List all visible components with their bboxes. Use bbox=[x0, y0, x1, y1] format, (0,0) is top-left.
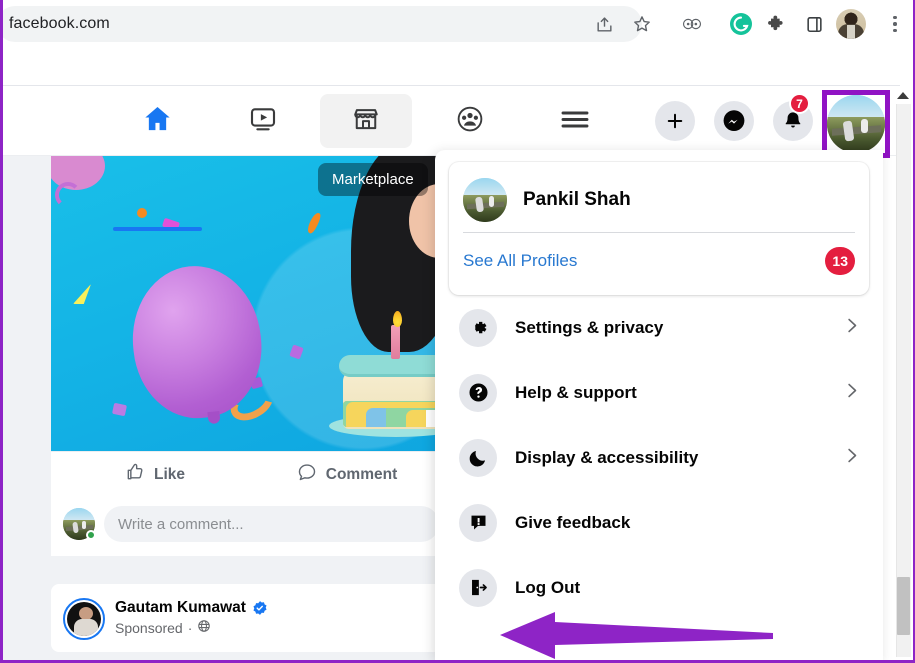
confetti-shape bbox=[289, 344, 304, 360]
account-dropdown-menu: Pankil Shah See All Profiles 13 Settings… bbox=[435, 150, 883, 660]
verified-badge-icon bbox=[252, 600, 268, 616]
sidebar-item-home[interactable] bbox=[111, 94, 203, 148]
scrollbar-track[interactable] bbox=[896, 104, 911, 657]
comment-button[interactable]: Comment bbox=[251, 457, 443, 493]
grammarly-extension-icon[interactable] bbox=[725, 8, 757, 40]
sidebar-item-menu[interactable] bbox=[529, 94, 621, 148]
profile-card: Pankil Shah See All Profiles 13 bbox=[449, 162, 869, 295]
logout-door-icon bbox=[459, 568, 497, 607]
menu-item-label: Log Out bbox=[515, 577, 581, 597]
sponsor-meta: Sponsored · bbox=[115, 619, 268, 636]
messenger-button[interactable] bbox=[714, 101, 754, 141]
share-icon[interactable] bbox=[588, 8, 620, 40]
post-image-birthday[interactable]: Marketplace bbox=[51, 156, 451, 451]
create-button[interactable] bbox=[655, 101, 695, 141]
comment-label: Comment bbox=[325, 465, 398, 483]
menu-item-label: Settings & privacy bbox=[515, 317, 664, 337]
menu-item-label: Help & support bbox=[515, 382, 637, 402]
browser-profile-avatar[interactable] bbox=[836, 9, 866, 39]
confetti-shape bbox=[305, 211, 323, 235]
profile-avatar[interactable] bbox=[463, 178, 507, 222]
scrollbar-thumb[interactable] bbox=[897, 577, 910, 635]
notification-badge: 7 bbox=[789, 93, 810, 114]
sidebar-item-groups[interactable] bbox=[424, 94, 516, 148]
home-icon bbox=[142, 103, 173, 139]
menu-item-log-out[interactable]: Log Out bbox=[443, 555, 875, 620]
comment-input[interactable]: Write a comment... bbox=[104, 506, 439, 542]
like-label: Like bbox=[153, 465, 185, 483]
groups-icon bbox=[455, 104, 485, 139]
confetti-shape bbox=[137, 208, 147, 218]
globe-icon bbox=[197, 619, 211, 636]
question-circle-icon bbox=[459, 373, 497, 412]
marketplace-store-icon bbox=[351, 104, 381, 139]
confetti-shape bbox=[73, 284, 91, 304]
sidebar-item-marketplace[interactable] bbox=[320, 94, 412, 148]
marketplace-tooltip: Marketplace bbox=[318, 163, 428, 196]
profile-row[interactable]: Pankil Shah bbox=[461, 172, 857, 232]
sponsored-post-card[interactable]: Gautam Kumawat Sponsored · bbox=[51, 584, 451, 652]
sponsored-label: Sponsored bbox=[115, 619, 183, 636]
feedback-bubble-icon bbox=[459, 503, 497, 542]
like-button[interactable]: Like bbox=[59, 457, 251, 493]
sidebar-item-video[interactable] bbox=[217, 94, 309, 148]
post-action-bar: Like Comment bbox=[51, 451, 451, 497]
thumbs-up-icon bbox=[125, 462, 145, 487]
see-all-profiles-label: See All Profiles bbox=[463, 251, 578, 270]
moon-icon bbox=[459, 438, 497, 477]
address-bar[interactable]: facebook.com bbox=[3, 6, 642, 42]
bookmark-star-icon[interactable] bbox=[626, 8, 658, 40]
scroll-up-arrow[interactable] bbox=[897, 92, 909, 99]
feed-post-card: Marketplace Like Comment Write a comment… bbox=[51, 156, 451, 556]
confetti-shape bbox=[55, 182, 81, 208]
comment-avatar bbox=[63, 508, 96, 540]
see-all-profiles-badge: 13 bbox=[825, 247, 855, 275]
confetti-shape bbox=[111, 402, 128, 417]
see-all-profiles-row[interactable]: See All Profiles 13 bbox=[461, 233, 857, 287]
sponsor-avatar[interactable] bbox=[63, 598, 105, 640]
address-bar-url: facebook.com bbox=[9, 15, 110, 32]
browser-toolbar: facebook.com bbox=[3, 0, 913, 48]
video-icon bbox=[248, 104, 278, 139]
menu-item-display-accessibility[interactable]: Display & accessibility bbox=[443, 425, 875, 490]
menu-item-label: Give feedback bbox=[515, 512, 631, 532]
avatar-shirt bbox=[847, 25, 855, 39]
menu-item-label: Display & accessibility bbox=[515, 447, 699, 467]
menu-item-give-feedback[interactable]: Give feedback bbox=[443, 490, 875, 555]
profiles-icon[interactable] bbox=[676, 8, 708, 40]
sponsor-name[interactable]: Gautam Kumawat bbox=[115, 599, 246, 617]
account-avatar-highlight[interactable] bbox=[822, 90, 890, 158]
meta-separator: · bbox=[187, 619, 193, 636]
news-feed-column: Marketplace Like Comment Write a comment… bbox=[3, 156, 451, 660]
account-avatar[interactable] bbox=[827, 95, 885, 153]
hamburger-menu-icon bbox=[560, 107, 590, 136]
online-status-dot bbox=[86, 530, 96, 540]
profile-name: Pankil Shah bbox=[523, 189, 631, 210]
chevron-right-icon bbox=[842, 381, 861, 405]
annotation-arrow bbox=[500, 612, 773, 659]
menu-item-help-support[interactable]: Help & support bbox=[443, 360, 875, 425]
comment-composer-row: Write a comment... bbox=[51, 497, 451, 556]
comment-bubble-icon bbox=[297, 462, 317, 487]
chevron-right-icon bbox=[842, 316, 861, 340]
birthday-cake-graphic bbox=[329, 309, 451, 437]
chevron-right-icon bbox=[842, 446, 861, 470]
sponsor-text-block: Gautam Kumawat Sponsored · bbox=[115, 598, 268, 636]
gear-icon bbox=[459, 308, 497, 347]
facebook-top-nav bbox=[3, 85, 900, 231]
extensions-puzzle-icon[interactable] bbox=[761, 8, 793, 40]
side-panel-icon[interactable] bbox=[798, 8, 830, 40]
menu-item-settings-privacy[interactable]: Settings & privacy bbox=[443, 295, 875, 360]
chrome-menu-kebab-icon[interactable] bbox=[879, 8, 911, 40]
screenshot-root: facebook.com Marketplace Like Comment Wr… bbox=[0, 0, 915, 663]
active-tab-indicator bbox=[113, 227, 202, 231]
